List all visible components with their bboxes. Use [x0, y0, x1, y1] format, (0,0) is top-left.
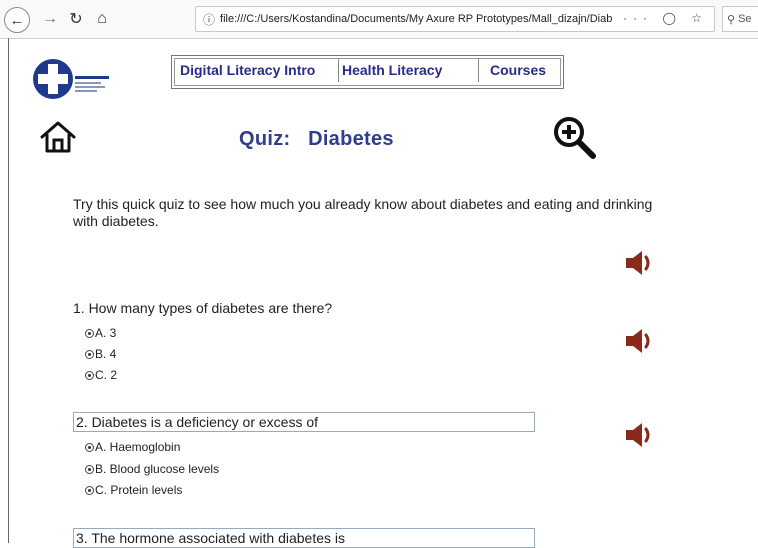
radio-button[interactable]	[85, 328, 94, 338]
page-title: Quiz: Diabetes	[239, 128, 394, 151]
top-menu: Digital Literacy Intro Health Literacy C…	[171, 55, 564, 89]
info-icon[interactable]: ⓘ	[203, 11, 215, 28]
quiz-title-prefix: Quiz:	[239, 128, 291, 150]
speaker-icon[interactable]	[623, 420, 657, 450]
page-actions-icon[interactable]: ··· ◯ ☆	[623, 11, 708, 25]
url-text: file:///C:/Users/Kostandina/Documents/My…	[220, 13, 613, 25]
option-label: B. Blood glucose levels	[95, 462, 220, 476]
question-1-text: 1. How many types of diabetes are there?	[73, 300, 333, 316]
option-label: C. Protein levels	[95, 483, 183, 497]
home-icon[interactable]	[37, 116, 79, 158]
zoom-in-icon[interactable]	[551, 114, 597, 160]
forward-arrow-icon[interactable]: →	[38, 7, 62, 31]
browser-toolbar: ← → ↻ ⌂ ⓘ file:///C:/Users/Kostandina/Do…	[0, 0, 758, 39]
menu-item-health-literacy[interactable]: Health Literacy	[342, 62, 442, 78]
browser-home-icon[interactable]: ⌂	[90, 7, 114, 31]
radio-button[interactable]	[85, 464, 94, 474]
reload-icon[interactable]: ↻	[64, 7, 88, 31]
menu-divider	[338, 58, 339, 82]
answer-option[interactable]: C. Protein levels	[85, 483, 182, 497]
quiz-intro-text: Try this quick quiz to see how much you …	[73, 196, 653, 229]
answer-option[interactable]: A. 3	[85, 326, 116, 340]
crossroads-logo	[33, 59, 109, 99]
page-content: Digital Literacy Intro Health Literacy C…	[8, 38, 758, 548]
address-bar[interactable]: ⓘ file:///C:/Users/Kostandina/Documents/…	[195, 6, 715, 32]
answer-option[interactable]: A. Haemoglobin	[85, 440, 180, 454]
search-placeholder: Se	[738, 13, 752, 25]
answer-option[interactable]: B. 4	[85, 347, 116, 361]
question-3-text: 3. The hormone associated with diabetes …	[73, 528, 535, 548]
radio-button[interactable]	[85, 485, 94, 495]
option-label: A. 3	[95, 326, 117, 340]
radio-button[interactable]	[85, 349, 94, 359]
quiz-title-topic: Diabetes	[308, 128, 394, 150]
option-label: C. 2	[95, 368, 118, 382]
menu-item-digital-literacy-intro[interactable]: Digital Literacy Intro	[180, 62, 315, 78]
question-2-text: 2. Diabetes is a deficiency or excess of	[73, 412, 535, 432]
option-label: A. Haemoglobin	[95, 440, 181, 454]
answer-option[interactable]: C. 2	[85, 368, 117, 382]
menu-item-courses[interactable]: Courses	[490, 62, 546, 78]
speaker-icon[interactable]	[623, 326, 657, 356]
search-input[interactable]: ⚲ Se	[722, 6, 758, 32]
search-icon: ⚲	[727, 13, 736, 26]
speaker-icon[interactable]	[623, 248, 657, 278]
menu-divider	[478, 58, 479, 82]
back-arrow-icon[interactable]: ←	[4, 7, 30, 33]
option-label: B. 4	[95, 347, 117, 361]
radio-button[interactable]	[85, 370, 94, 380]
answer-option[interactable]: B. Blood glucose levels	[85, 462, 219, 476]
radio-button[interactable]	[85, 442, 94, 452]
